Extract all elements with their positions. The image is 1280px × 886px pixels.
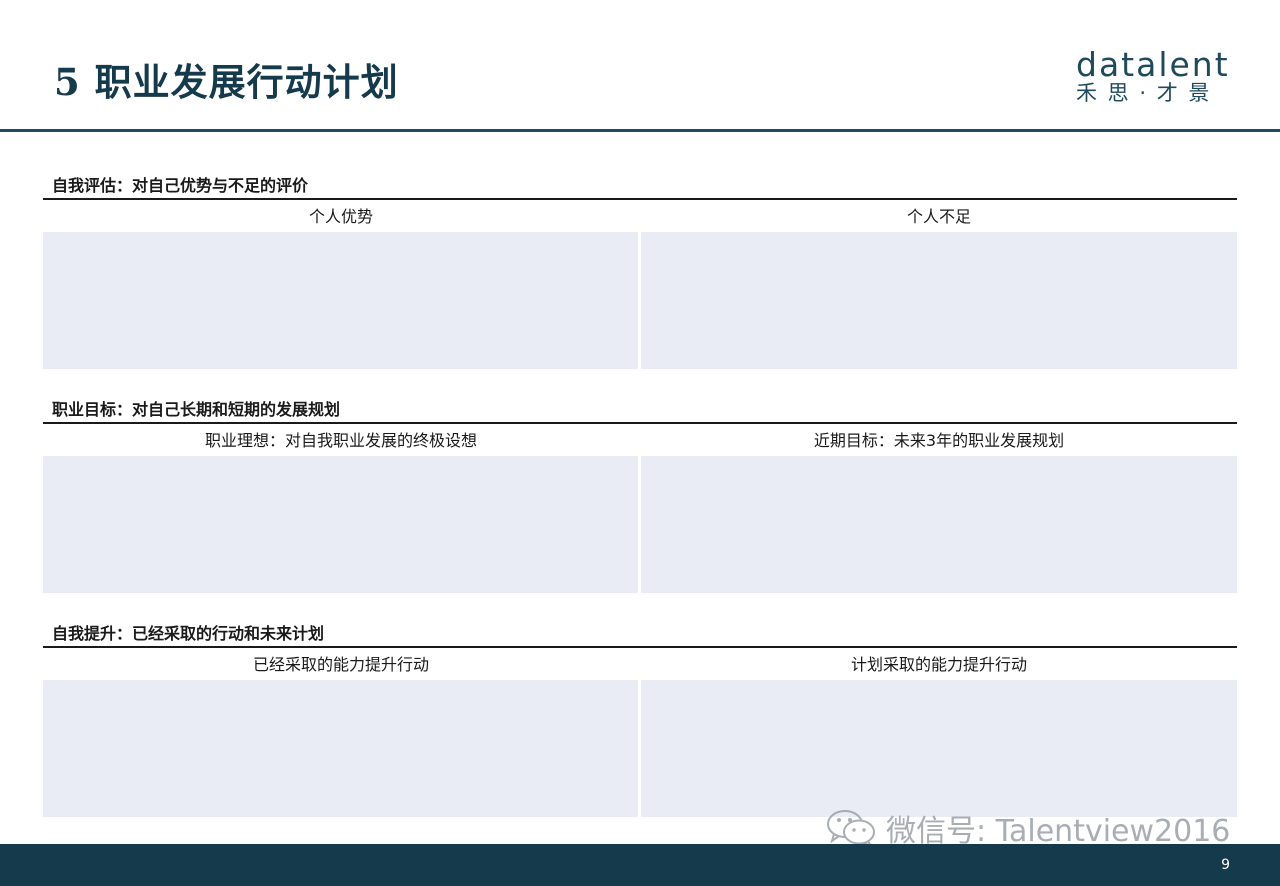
footer-bar: 9 [0,844,1280,886]
page-number: 9 [1221,857,1230,873]
column-header-left: 已经采取的能力提升行动 [252,655,429,674]
section-divider [43,422,1237,424]
input-box-career-ideal[interactable] [43,456,638,593]
page-title: 5 职业发展行动计划 [54,60,399,104]
section-divider [43,646,1237,648]
input-box-strengths[interactable] [43,232,638,369]
column-header-right: 近期目标：未来3年的职业发展规划 [813,431,1065,450]
header-divider [0,129,1280,132]
section-career-goals: 职业目标：对自己长期和短期的发展规划 职业理想：对自我职业发展的终极设想 近期目… [43,396,1237,596]
wechat-icon [827,810,875,848]
section-title: 自我提升：已经采取的行动和未来计划 [52,624,325,643]
input-box-weaknesses[interactable] [641,232,1237,369]
brand-logo: datalent 禾 思 · 才 景 [1076,45,1252,105]
logo-subtitle: 禾 思 · 才 景 [1076,81,1212,105]
section-title: 自我评估：对自己优势与不足的评价 [52,176,309,195]
column-header-left: 个人优势 [308,207,373,226]
column-header-right: 个人不足 [906,207,971,226]
section-self-assessment: 自我评估：对自己优势与不足的评价 个人优势 个人不足 [43,172,1237,372]
section-title: 职业目标：对自己长期和短期的发展规划 [52,400,341,419]
section-self-improvement: 自我提升：已经采取的行动和未来计划 已经采取的能力提升行动 计划采取的能力提升行… [43,620,1237,820]
logo-wordmark: datalent [1076,45,1230,84]
section-divider [43,198,1237,200]
column-header-left: 职业理想：对自我职业发展的终极设想 [204,431,477,450]
input-box-near-term-goal[interactable] [641,456,1237,593]
input-box-actions-planned[interactable] [641,680,1237,817]
input-box-actions-taken[interactable] [43,680,638,817]
column-header-right: 计划采取的能力提升行动 [850,655,1027,674]
